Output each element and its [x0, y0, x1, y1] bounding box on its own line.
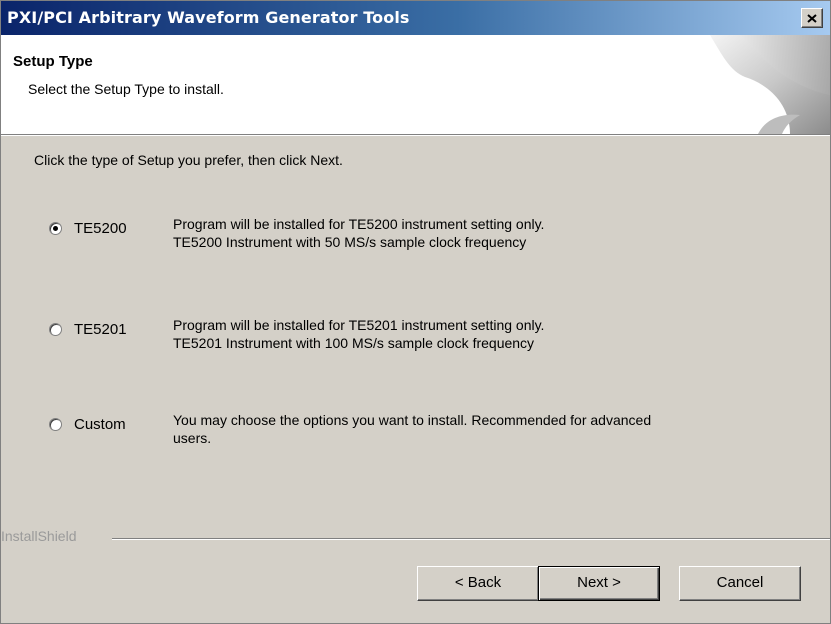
- radio-te5200[interactable]: TE5200: [49, 220, 127, 237]
- header-panel: Setup Type Select the Setup Type to inst…: [1, 35, 830, 135]
- radio-checked-icon: [49, 222, 62, 235]
- radio-te5200-label: TE5200: [74, 220, 127, 237]
- radio-unchecked-icon: [49, 323, 62, 336]
- title-bar[interactable]: PXI/PCI Arbitrary Waveform Generator Too…: [1, 1, 830, 35]
- option-te5201-description: Program will be installed for TE5201 ins…: [173, 316, 793, 352]
- radio-custom[interactable]: Custom: [49, 416, 126, 433]
- installshield-brand: InstallShield: [1, 528, 77, 544]
- intro-text: Click the type of Setup you prefer, then…: [34, 152, 343, 168]
- next-button[interactable]: Next >: [538, 566, 660, 601]
- radio-custom-label: Custom: [74, 416, 126, 433]
- description-line: TE5201 Instrument with 100 MS/s sample c…: [173, 335, 535, 351]
- close-icon: [807, 13, 817, 23]
- description-line: TE5200 Instrument with 50 MS/s sample cl…: [173, 234, 527, 250]
- option-custom-description: You may choose the options you want to i…: [173, 411, 793, 447]
- close-button[interactable]: [801, 8, 823, 28]
- footer-divider: [112, 538, 830, 540]
- description-line: Program will be installed for TE5201 ins…: [173, 317, 545, 333]
- radio-te5201[interactable]: TE5201: [49, 321, 127, 338]
- cancel-button[interactable]: Cancel: [679, 566, 801, 601]
- page-title: Setup Type: [13, 53, 93, 70]
- description-line: You may choose the options you want to i…: [173, 412, 652, 428]
- installer-logo-art: [710, 35, 830, 134]
- option-te5200-description: Program will be installed for TE5200 ins…: [173, 215, 793, 251]
- page-subtitle: Select the Setup Type to install.: [28, 81, 224, 97]
- radio-unchecked-icon: [49, 418, 62, 431]
- back-button[interactable]: < Back: [417, 566, 539, 601]
- description-line: Program will be installed for TE5200 ins…: [173, 216, 545, 232]
- description-line: users.: [173, 430, 212, 446]
- window-title: PXI/PCI Arbitrary Waveform Generator Too…: [7, 8, 410, 27]
- installer-window: PXI/PCI Arbitrary Waveform Generator Too…: [0, 0, 831, 624]
- radio-te5201-label: TE5201: [74, 321, 127, 338]
